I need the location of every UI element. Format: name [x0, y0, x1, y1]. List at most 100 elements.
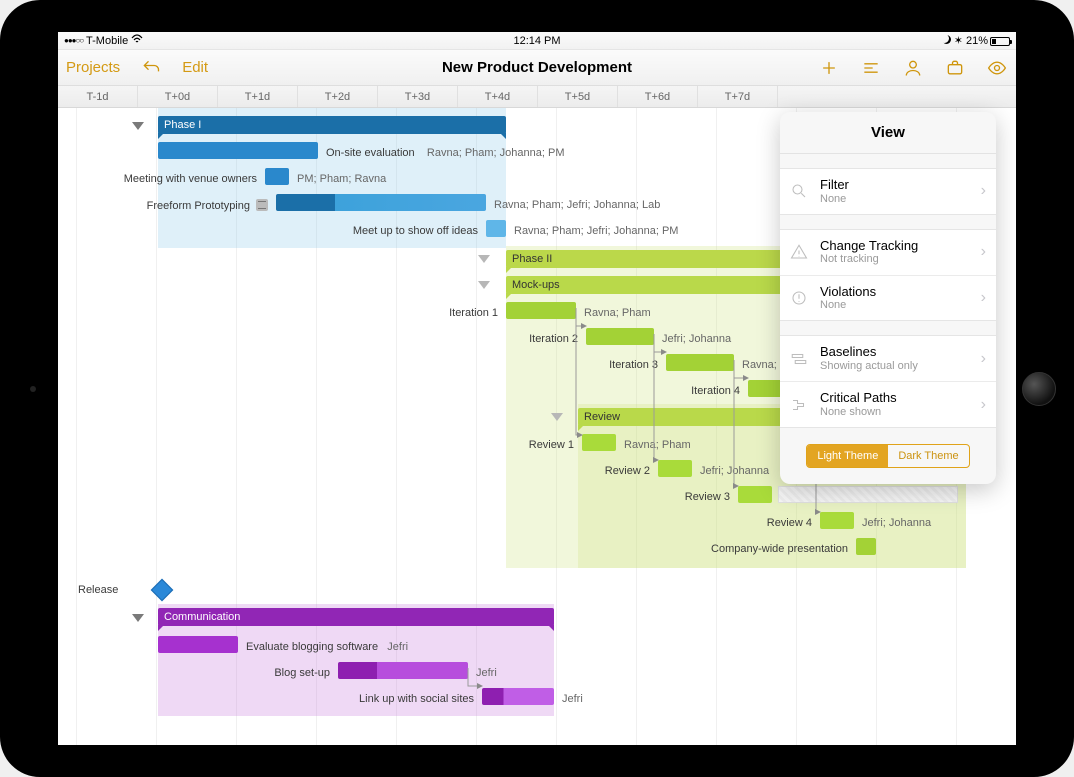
review4-resources: Jefri; Johanna — [862, 517, 931, 529]
path-icon — [788, 394, 810, 416]
communication-collapse-toggle[interactable] — [132, 614, 144, 622]
timeline-column: T-1d — [58, 86, 138, 107]
view-popover: View FilterNone › Change TrackingNot tra… — [780, 112, 996, 484]
signal-dots-icon: ●●●○○ — [64, 35, 83, 47]
blog-setup-label: Blog set-up — [274, 667, 330, 679]
popover-change-tracking-row[interactable]: Change TrackingNot tracking › — [780, 230, 996, 276]
popover-violations-row[interactable]: ViolationsNone › — [780, 276, 996, 321]
critical-paths-title: Critical Paths — [820, 390, 971, 406]
review-collapse-toggle[interactable] — [551, 413, 563, 421]
phase1-group-bar[interactable]: Phase I — [158, 116, 506, 134]
iteration3-bar[interactable]: Iteration 3 Ravna; Pham — [666, 354, 734, 371]
release-milestone[interactable] — [151, 579, 174, 602]
presentation-label: Company-wide presentation — [711, 543, 848, 555]
dark-theme-option[interactable]: Dark Theme — [888, 445, 968, 467]
freeform-label: Freeform Prototyping — [147, 200, 250, 212]
baseline-icon — [788, 348, 810, 370]
bluetooth-icon: ✶ — [954, 35, 963, 47]
status-left: ●●●○○ T-Mobile — [64, 34, 143, 47]
onsite-evaluation-bar[interactable]: On-site evaluation Ravna; Pham; Johanna;… — [158, 142, 318, 159]
undo-icon[interactable] — [140, 57, 162, 79]
violations-title: Violations — [820, 284, 971, 300]
baselines-subtitle: Showing actual only — [820, 360, 971, 373]
iteration2-bar[interactable]: Iteration 2 Jefri; Johanna — [586, 328, 654, 345]
phase2-collapse-toggle[interactable] — [478, 255, 490, 263]
presentation-bar[interactable]: Company-wide presentation — [856, 538, 876, 555]
review1-resources: Ravna; Pham — [624, 439, 691, 451]
communication-group-bar[interactable]: Communication — [158, 608, 554, 626]
popover-title: View — [780, 112, 996, 154]
timeline-column: T+3d — [378, 86, 458, 107]
edit-button[interactable]: Edit — [182, 59, 208, 76]
meeting-bar[interactable]: Meeting with venue owners PM; Pham; Ravn… — [265, 168, 289, 185]
iteration1-label: Iteration 1 — [449, 307, 498, 319]
timeline-column: T+0d — [138, 86, 218, 107]
evaluate-blogging-bar[interactable]: Evaluate blogging software Jefri — [158, 636, 238, 653]
status-time: 12:14 PM — [58, 35, 1016, 47]
iteration1-resources: Ravna; Pham — [584, 307, 651, 319]
critical-paths-subtitle: None shown — [820, 406, 971, 419]
iteration2-resources: Jefri; Johanna — [662, 333, 731, 345]
projects-button[interactable]: Projects — [66, 59, 120, 76]
style-icon[interactable] — [860, 57, 882, 79]
review4-label: Review 4 — [767, 517, 812, 529]
do-not-disturb-icon — [942, 35, 951, 44]
timeline-header: T-1dT+0dT+1dT+2dT+3dT+4dT+5dT+6dT+7d — [58, 86, 1016, 108]
theme-segmented-control[interactable]: Light Theme Dark Theme — [806, 444, 969, 468]
meeting-label: Meeting with venue owners — [124, 173, 257, 185]
iteration2-label: Iteration 2 — [529, 333, 578, 345]
timeline-column: T+2d — [298, 86, 378, 107]
battery-percent: 21% — [966, 35, 988, 47]
home-button[interactable] — [1022, 372, 1056, 406]
review1-label: Review 1 — [529, 439, 574, 451]
view-icon[interactable] — [986, 57, 1008, 79]
timeline-column: T+7d — [698, 86, 778, 107]
review2-bar[interactable]: Review 2 Jefri; Johanna — [658, 460, 692, 477]
communication-label: Communication — [164, 611, 240, 623]
review3-label: Review 3 — [685, 491, 730, 503]
iteration1-bar[interactable]: Iteration 1 Ravna; Pham — [506, 302, 576, 319]
add-icon[interactable] — [818, 57, 840, 79]
meetup-bar[interactable]: Meet up to show off ideas Ravna; Pham; J… — [486, 220, 506, 237]
app-navbar: Projects Edit New Product Development — [58, 50, 1016, 86]
change-tracking-title: Change Tracking — [820, 238, 971, 254]
person-icon[interactable] — [902, 57, 924, 79]
mockups-collapse-toggle[interactable] — [478, 281, 490, 289]
change-tracking-subtitle: Not tracking — [820, 253, 971, 266]
review3-bar[interactable]: Review 3 Ravna; Pham — [738, 486, 772, 503]
review4-bar[interactable]: Review 4 Jefri; Johanna — [820, 512, 854, 529]
ipad-frame: ●●●○○ T-Mobile 12:14 PM ✶ 21% Projects — [0, 0, 1074, 777]
freeform-bar[interactable]: Freeform Prototyping Ravna; Pham; Jefri;… — [276, 194, 486, 211]
popover-baselines-row[interactable]: BaselinesShowing actual only › — [780, 336, 996, 382]
violation-icon — [788, 287, 810, 309]
timeline-column: T+6d — [618, 86, 698, 107]
device-camera — [30, 386, 36, 392]
iteration3-label: Iteration 3 — [609, 359, 658, 371]
linkup-bar[interactable]: Link up with social sites Jefri — [482, 688, 554, 705]
phase1-label: Phase I — [164, 119, 201, 131]
timeline-column: T+5d — [538, 86, 618, 107]
popover-critical-paths-row[interactable]: Critical PathsNone shown › — [780, 382, 996, 427]
search-icon — [788, 180, 810, 202]
evaluate-blogging-resources: Jefri — [387, 641, 408, 653]
carrier-label: T-Mobile — [86, 35, 128, 47]
meeting-resources: PM; Pham; Ravna — [297, 173, 386, 185]
onsite-resources: Ravna; Pham; Johanna; PM — [427, 147, 565, 159]
evaluate-blogging-label: Evaluate blogging software — [246, 641, 378, 653]
popover-filter-row[interactable]: FilterNone › — [780, 169, 996, 214]
briefcase-icon[interactable] — [944, 57, 966, 79]
review-label: Review — [584, 411, 620, 423]
chevron-right-icon: › — [981, 243, 986, 261]
linkup-resources: Jefri — [562, 693, 583, 705]
note-icon[interactable] — [256, 199, 268, 211]
filter-title: Filter — [820, 177, 971, 193]
timeline-column: T+1d — [218, 86, 298, 107]
chevron-right-icon: › — [981, 396, 986, 414]
iteration4-label: Iteration 4 — [691, 385, 740, 397]
filter-subtitle: None — [820, 193, 971, 206]
light-theme-option[interactable]: Light Theme — [807, 445, 888, 467]
phase1-collapse-toggle[interactable] — [132, 122, 144, 130]
blog-setup-bar[interactable]: Blog set-up Jefri — [338, 662, 468, 679]
review1-bar[interactable]: Review 1 Ravna; Pham — [582, 434, 616, 451]
review2-resources: Jefri; Johanna — [700, 465, 769, 477]
